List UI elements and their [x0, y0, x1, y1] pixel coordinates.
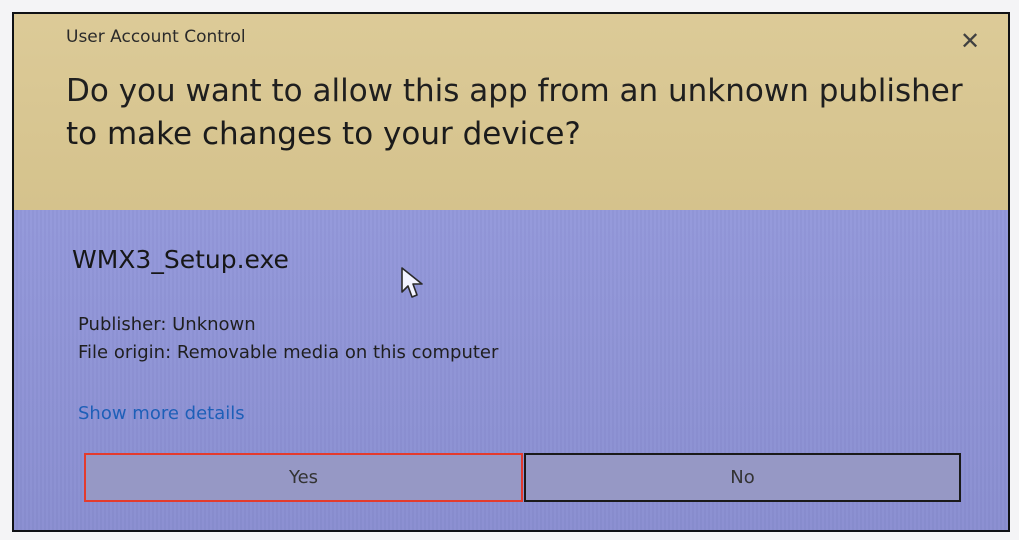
no-button[interactable]: No — [524, 453, 961, 502]
uac-dialog: User Account Control ✕ Do you want to al… — [12, 12, 1010, 532]
yes-button-label: Yes — [288, 467, 319, 488]
close-icon: ✕ — [959, 27, 981, 55]
mouse-pointer-icon — [401, 267, 423, 298]
app-name: WMX3_Setup.exe — [72, 245, 289, 274]
yes-button[interactable]: Yes — [84, 453, 523, 502]
show-more-details-link[interactable]: Show more details — [78, 403, 245, 424]
dialog-body: WMX3_Setup.exe Publisher: Unknown File o… — [14, 210, 1008, 530]
publisher-info: Publisher: Unknown — [78, 314, 256, 335]
dialog-header: User Account Control ✕ Do you want to al… — [14, 14, 1008, 210]
no-button-label: No — [730, 467, 755, 488]
close-button[interactable]: ✕ — [956, 27, 984, 55]
uac-question: Do you want to allow this app from an un… — [66, 73, 963, 152]
dialog-title: User Account Control — [66, 27, 246, 47]
file-origin-info: File origin: Removable media on this com… — [78, 342, 499, 363]
